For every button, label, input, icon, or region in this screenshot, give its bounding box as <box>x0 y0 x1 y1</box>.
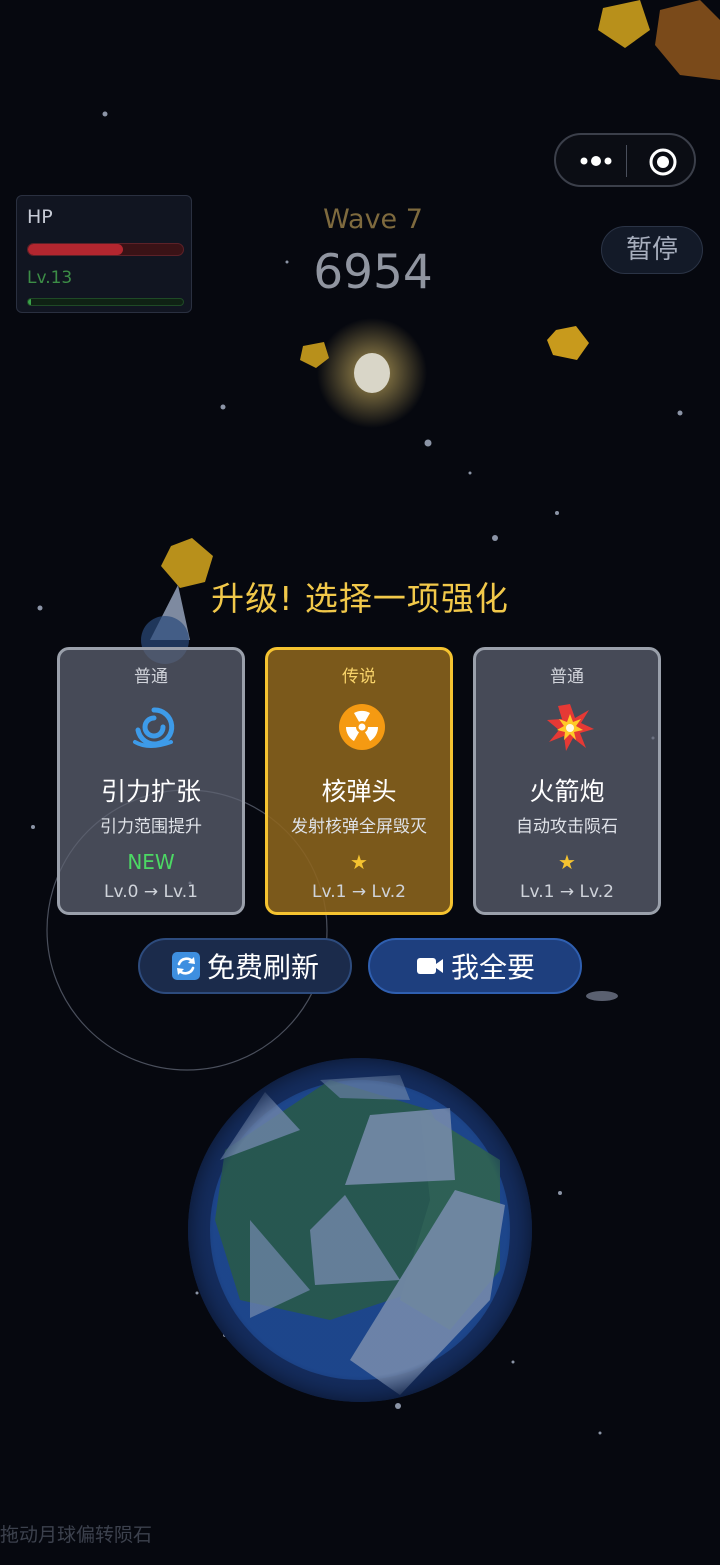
card-level: Lv.1 → Lv.2 <box>312 882 406 902</box>
pause-button[interactable]: 暂停 <box>601 226 703 274</box>
hp-bar-fill <box>28 244 123 255</box>
card-rarity: 普通 <box>550 667 584 687</box>
take-all-button[interactable]: 我全要 <box>368 938 582 994</box>
star-icon: ★ <box>558 850 576 874</box>
upgrade-card-nuke[interactable]: 传说 核弹头 发射核弹全屏毁灭 ★ Lv.1 → Lv.2 <box>265 647 453 915</box>
card-rarity: 普通 <box>134 667 168 687</box>
wave-label: Wave 7 <box>323 204 423 235</box>
drag-hint: 拖动月球偏转陨石 <box>0 1524 153 1546</box>
card-desc: 引力范围提升 <box>100 817 202 837</box>
upgrade-card-gravity[interactable]: 普通 引力扩张 引力范围提升 NEW Lv.0 → Lv.1 <box>57 647 245 915</box>
free-refresh-label: 免费刷新 <box>206 951 319 984</box>
gravity-swirl-icon <box>133 707 175 748</box>
card-level: Lv.0 → Lv.1 <box>104 882 198 902</box>
card-desc: 发射核弹全屏毁灭 <box>291 817 427 837</box>
card-level: Lv.1 → Lv.2 <box>520 882 614 902</box>
new-tag: NEW <box>127 850 175 874</box>
video-camera-icon <box>416 958 443 974</box>
refresh-icon <box>171 952 200 980</box>
take-all-label: 我全要 <box>450 951 535 984</box>
explosion-icon <box>547 704 594 751</box>
card-desc: 自动攻击陨石 <box>516 817 618 837</box>
asteroid-top <box>598 0 650 48</box>
mini-program-capsule <box>554 133 696 187</box>
asteroid-top-right <box>655 0 720 80</box>
upgrade-title: 升级! 选择一项强化 <box>211 579 509 618</box>
hp-label: HP <box>27 206 53 228</box>
player-status-panel: HP Lv.13 <box>16 195 192 313</box>
free-refresh-button[interactable]: 免费刷新 <box>138 938 352 994</box>
card-name: 火箭炮 <box>529 777 605 806</box>
card-name: 引力扩张 <box>100 777 201 806</box>
hp-bar <box>27 243 184 256</box>
star-icon: ★ <box>350 850 368 874</box>
level-label: Lv.13 <box>27 268 73 288</box>
card-name: 核弹头 <box>321 777 397 806</box>
target-circle-icon[interactable] <box>648 147 678 177</box>
more-dots-icon[interactable] <box>576 147 616 175</box>
xp-bar-fill <box>28 299 32 305</box>
card-rarity: 传说 <box>342 667 376 687</box>
xp-bar <box>27 298 184 306</box>
radiation-icon <box>339 704 385 750</box>
upgrade-card-rocket[interactable]: 普通 火箭炮 自动攻击陨石 ★ Lv.1 → Lv.2 <box>473 647 661 915</box>
earth-planet <box>188 1058 532 1402</box>
asteroid-right <box>547 326 589 360</box>
score-value: 6954 <box>313 245 433 300</box>
capsule-divider <box>626 145 627 177</box>
